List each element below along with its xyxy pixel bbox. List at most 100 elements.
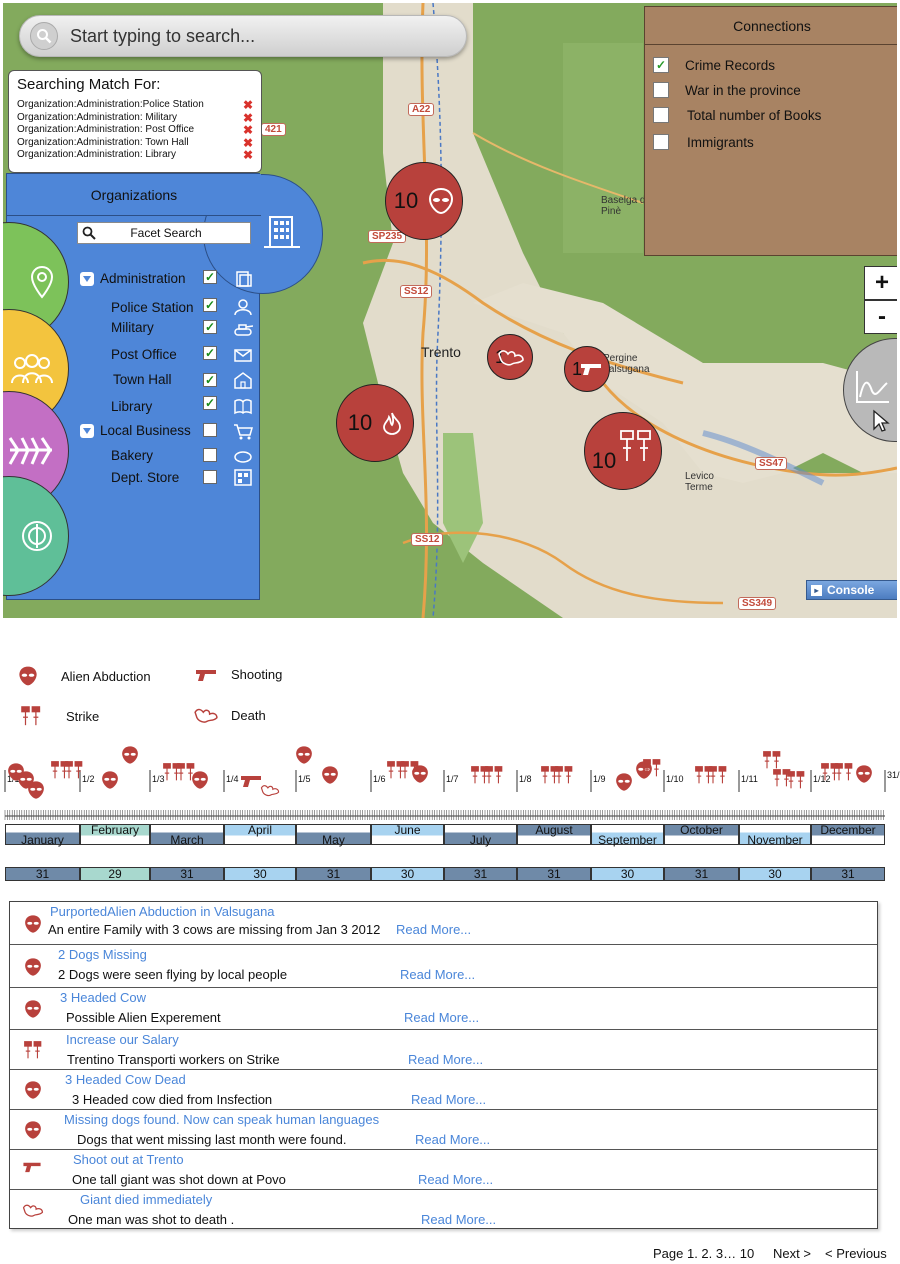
- timeline-month-october[interactable]: October: [664, 824, 739, 845]
- tree-item-military[interactable]: Military: [111, 320, 154, 335]
- timeline-event-alien[interactable]: [294, 745, 318, 769]
- timeline-month-july[interactable]: July: [444, 824, 517, 847]
- search-bar[interactable]: [19, 15, 467, 57]
- news-item[interactable]: 2 Dogs Missing 2 Dogs were seen flying by…: [10, 945, 877, 988]
- news-item[interactable]: Missing dogs found. Now can speak human …: [10, 1110, 877, 1150]
- remove-filter-icon[interactable]: ✖: [243, 149, 253, 162]
- remove-filter-icon[interactable]: ✖: [243, 124, 253, 137]
- read-more-link[interactable]: Read More...: [408, 1052, 483, 1067]
- checkbox-bakery[interactable]: [203, 448, 217, 462]
- cluster-strike[interactable]: 10: [584, 412, 662, 490]
- checkbox[interactable]: [653, 107, 669, 123]
- news-item[interactable]: 3 Headed Cow Possible Alien Experement Rea…: [10, 988, 877, 1030]
- remove-filter-icon[interactable]: ✖: [243, 99, 253, 112]
- timeline-event-alien[interactable]: [410, 764, 434, 788]
- timeline-month-september[interactable]: September: [591, 824, 664, 847]
- timeline-month-january[interactable]: January: [5, 824, 80, 847]
- cluster-fire[interactable]: 10: [336, 384, 414, 462]
- checkbox-town-hall[interactable]: ✓: [203, 373, 217, 387]
- timeline-month-april[interactable]: April: [224, 824, 296, 845]
- news-title[interactable]: 3 Headed Cow: [60, 990, 146, 1005]
- checkbox-post-office[interactable]: ✓: [203, 346, 217, 360]
- checkbox[interactable]: [653, 82, 669, 98]
- timeline-month-august[interactable]: August: [517, 824, 591, 845]
- tree-item-dept-store[interactable]: Dept. Store: [111, 470, 179, 485]
- tree-item-local-business[interactable]: Local Business: [80, 423, 191, 438]
- connection-war[interactable]: War in the province: [653, 82, 801, 98]
- timeline-event-death[interactable]: [260, 780, 284, 804]
- news-summary: Possible Alien Experement: [66, 1010, 221, 1025]
- checkbox[interactable]: ✓: [653, 57, 669, 73]
- tree-item-town-hall[interactable]: Town Hall: [113, 372, 172, 387]
- previous-page-link[interactable]: < Previous: [825, 1246, 887, 1261]
- next-page-link[interactable]: Next >: [773, 1246, 811, 1261]
- news-item[interactable]: Giant died immediately One man was shot t…: [10, 1190, 877, 1229]
- connection-crime-records[interactable]: ✓ Crime Records: [653, 57, 775, 73]
- search-input[interactable]: [70, 25, 440, 47]
- read-more-link[interactable]: Read More...: [396, 922, 471, 937]
- read-more-link[interactable]: Read More...: [411, 1092, 486, 1107]
- checkbox-local-business[interactable]: [203, 423, 217, 437]
- news-title[interactable]: Shoot out at Trento: [73, 1152, 184, 1167]
- news-item[interactable]: 3 Headed Cow Dead 3 Headed cow died from …: [10, 1070, 877, 1110]
- news-title[interactable]: PurportedAlien Abduction in Valsugana: [50, 904, 275, 919]
- timeline-month-february[interactable]: February: [80, 824, 150, 845]
- timeline-month-march[interactable]: March: [150, 824, 224, 847]
- connection-immigrants[interactable]: Immigrants: [653, 134, 754, 150]
- timeline-event-strike[interactable]: [642, 758, 666, 782]
- news-item[interactable]: PurportedAlien Abduction in Valsugana An …: [10, 902, 877, 945]
- read-more-link[interactable]: Read More...: [415, 1132, 490, 1147]
- collapse-icon[interactable]: [80, 271, 94, 286]
- category-health[interactable]: [3, 476, 69, 596]
- checkbox-police-station[interactable]: ✓: [203, 298, 217, 312]
- read-more-link[interactable]: Read More...: [400, 967, 475, 982]
- checkbox-military[interactable]: ✓: [203, 320, 217, 334]
- news-title[interactable]: Missing dogs found. Now can speak human …: [64, 1112, 379, 1127]
- checkbox-library[interactable]: ✓: [203, 396, 217, 410]
- timeline-event-alien[interactable]: [854, 764, 878, 788]
- tree-item-administration[interactable]: Administration: [80, 271, 186, 286]
- timeline-event-alien[interactable]: [120, 745, 144, 769]
- news-item[interactable]: Shoot out at Trento One tall giant was sh…: [10, 1150, 877, 1190]
- timeline-event-alien[interactable]: [190, 770, 214, 794]
- pagination-pages[interactable]: Page 1. 2. 3… 10: [653, 1246, 754, 1261]
- news-item[interactable]: Increase our Salary Trentino Transporti w…: [10, 1030, 877, 1070]
- map-view[interactable]: Trento Baselga di Pinè Levico Terme Perg…: [3, 3, 897, 618]
- collapse-icon[interactable]: [80, 423, 94, 438]
- zoom-in-button[interactable]: +: [864, 266, 897, 300]
- timeline-month-december[interactable]: December: [811, 824, 885, 845]
- timeline-month-may[interactable]: May: [296, 824, 371, 847]
- checkbox-dept-store[interactable]: [203, 470, 217, 484]
- timeline-event-alien[interactable]: [320, 765, 344, 789]
- tree-item-police-station[interactable]: Police Station: [111, 300, 194, 315]
- read-more-link[interactable]: Read More...: [404, 1010, 479, 1025]
- timeline[interactable]: 1/11/21/31/41/51/61/71/81/91/101/111/123…: [0, 740, 900, 890]
- checkbox-administration[interactable]: ✓: [203, 270, 217, 284]
- tree-item-post-office[interactable]: Post Office: [111, 347, 177, 362]
- read-more-link[interactable]: Read More...: [418, 1172, 493, 1187]
- timeline-event-strike[interactable]: [64, 760, 88, 784]
- connection-books[interactable]: Total number of Books: [653, 107, 821, 123]
- facet-search-input[interactable]: Facet Search: [77, 222, 251, 244]
- timeline-event-strike[interactable]: [786, 770, 810, 794]
- cluster-alien-abduction[interactable]: 10: [385, 162, 463, 240]
- timeline-month-june[interactable]: June: [371, 824, 444, 845]
- timeline-event-strike[interactable]: [708, 765, 732, 789]
- timeline-month-november[interactable]: November: [739, 824, 811, 847]
- read-more-link[interactable]: Read More...: [421, 1212, 496, 1227]
- news-title[interactable]: 2 Dogs Missing: [58, 947, 147, 962]
- tree-item-library[interactable]: Library: [111, 399, 152, 414]
- cluster-shooting[interactable]: 1: [564, 346, 610, 392]
- timeline-event-alien[interactable]: [26, 780, 50, 804]
- news-title[interactable]: 3 Headed Cow Dead: [65, 1072, 186, 1087]
- checkbox[interactable]: [653, 134, 669, 150]
- cluster-death[interactable]: 1: [487, 334, 533, 380]
- timeline-event-alien[interactable]: [100, 770, 124, 794]
- news-title[interactable]: Giant died immediately: [80, 1192, 212, 1207]
- news-title[interactable]: Increase our Salary: [66, 1032, 179, 1047]
- console-button[interactable]: ▸ Console: [806, 580, 897, 600]
- timeline-event-strike[interactable]: [484, 765, 508, 789]
- zoom-out-button[interactable]: -: [864, 300, 897, 334]
- timeline-event-strike[interactable]: [554, 765, 578, 789]
- tree-item-bakery[interactable]: Bakery: [111, 448, 153, 463]
